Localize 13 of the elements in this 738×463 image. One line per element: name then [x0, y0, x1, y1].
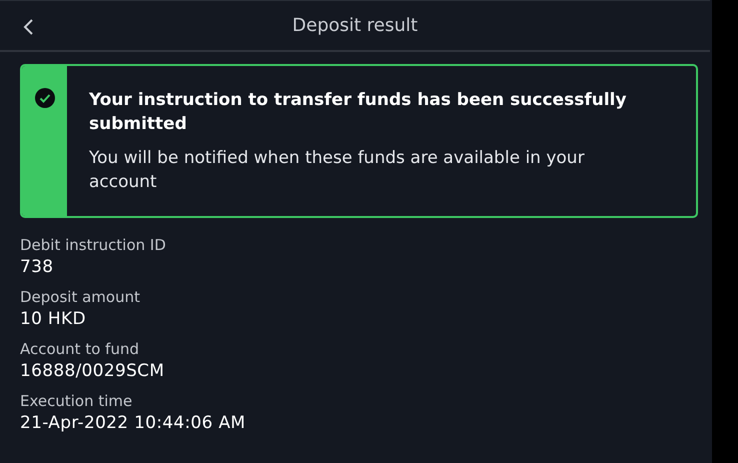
field-label: Execution time — [20, 391, 134, 411]
field-label: Deposit amount — [20, 287, 141, 307]
field-value: 738 — [20, 256, 54, 279]
field-label: Debit instruction ID — [20, 235, 167, 255]
notice-message: You will be notified when these funds are available in your account — [89, 147, 586, 194]
field-value: 21-Apr-2022 10:44:06 AM — [20, 412, 246, 435]
notice-title: Your instruction to transfer funds has been successfully submitted — [89, 89, 628, 136]
field-label: Account to fund — [20, 339, 140, 359]
field-value: 16888/0029SCM — [20, 360, 166, 383]
field-value: 10 HKD — [20, 308, 87, 331]
check-icon — [34, 88, 54, 108]
back-icon[interactable] — [22, 18, 34, 36]
page-title: Deposit result — [292, 15, 418, 36]
